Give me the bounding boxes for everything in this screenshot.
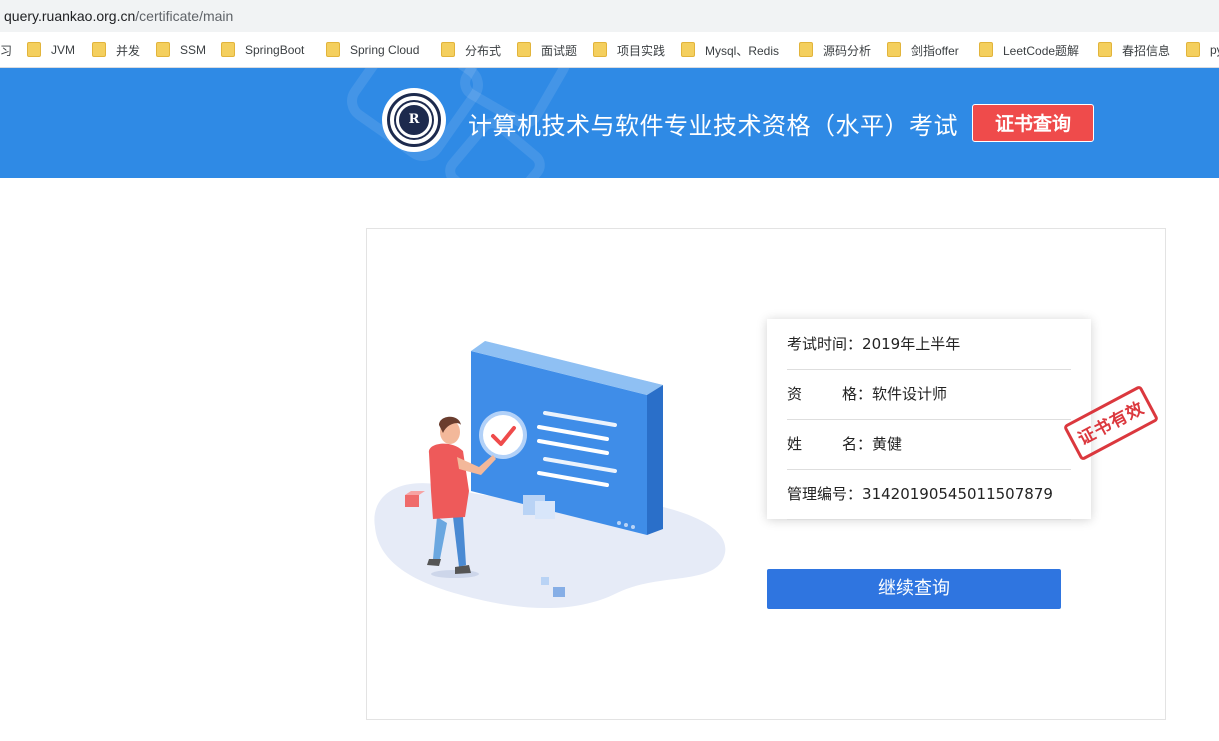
certificate-info-box: 考试时间：2019年上半年 资格：软件设计师 姓名：黄健 管理编号：314201… bbox=[767, 319, 1091, 520]
info-label: 资格 bbox=[787, 385, 857, 403]
exam-logo: R bbox=[382, 88, 446, 152]
bookmark-item[interactable]: 源码分析 bbox=[799, 41, 872, 58]
folder-icon bbox=[221, 41, 235, 57]
info-value: 软件设计师 bbox=[872, 385, 948, 403]
bookmark-item[interactable]: SpringBoot bbox=[221, 41, 305, 58]
folder-icon bbox=[92, 41, 106, 57]
info-label: 管理编号 bbox=[787, 485, 848, 503]
bookmark-label: JVM bbox=[51, 43, 75, 57]
address-bar[interactable]: query.ruankao.org.cn/certificate/main bbox=[0, 0, 1219, 32]
bookmark-item[interactable]: Spring Cloud bbox=[326, 41, 420, 58]
folder-icon bbox=[593, 41, 607, 57]
bookmark-item[interactable]: 项目实践 bbox=[593, 41, 666, 58]
bookmark-label: SpringBoot bbox=[245, 43, 305, 57]
bookmark-label: 剑指offer bbox=[911, 43, 959, 58]
bookmark-label: Spring Cloud bbox=[350, 43, 420, 57]
bookmark-label: Mysql、Redis bbox=[705, 43, 780, 58]
bookmark-item[interactable]: JVM bbox=[27, 41, 75, 58]
info-colon: ： bbox=[847, 335, 863, 353]
url-text[interactable]: query.ruankao.org.cn/certificate/main bbox=[4, 8, 233, 24]
info-colon: ： bbox=[857, 385, 873, 403]
url-host: query.ruankao.org.cn bbox=[4, 8, 136, 24]
certificate-result-card: 考试时间：2019年上半年 资格：软件设计师 姓名：黄健 管理编号：314201… bbox=[366, 228, 1166, 720]
bookmarks-bar: 习 JVM 并发 SSM SpringBoot Spring Cloud 分布式… bbox=[0, 32, 1219, 68]
folder-icon bbox=[1098, 41, 1112, 57]
folder-icon bbox=[1186, 41, 1200, 57]
cube-shape bbox=[553, 587, 565, 597]
continue-query-button[interactable]: 继续查询 bbox=[767, 569, 1061, 609]
bookmark-item[interactable]: 春招信息 bbox=[1098, 41, 1171, 58]
bookmark-label: LeetCode题解 bbox=[1003, 43, 1080, 58]
bookmark-label: 分布式 bbox=[465, 43, 502, 58]
folder-icon bbox=[517, 41, 531, 57]
site-header: R 计算机技术与软件专业技术资格（水平）考试 证书查询 bbox=[0, 68, 1219, 178]
folder-icon bbox=[887, 41, 901, 57]
bookmark-item[interactable]: 并发 bbox=[92, 41, 141, 58]
folder-icon bbox=[799, 41, 813, 57]
bookmark-label: 并发 bbox=[116, 43, 141, 58]
bookmark-item[interactable]: 面试题 bbox=[517, 41, 578, 58]
certificate-illustration bbox=[374, 341, 726, 609]
logo-emblem-icon: R bbox=[396, 102, 432, 138]
check-circle bbox=[483, 415, 523, 455]
bookmark-item[interactable]: LeetCode题解 bbox=[979, 41, 1080, 58]
site-title: 计算机技术与软件专业技术资格（水平）考试 bbox=[468, 112, 958, 140]
cube-shape bbox=[405, 495, 419, 507]
bookmark-label: 源码分析 bbox=[823, 43, 872, 58]
folder-icon bbox=[979, 41, 993, 57]
bookmark-label: 习 bbox=[0, 43, 13, 58]
info-row-exam-time: 考试时间：2019年上半年 bbox=[787, 319, 1071, 370]
info-colon: ： bbox=[857, 435, 873, 453]
info-label: 考试时间 bbox=[787, 335, 848, 353]
bookmark-item[interactable]: Mysql、Redis bbox=[681, 41, 780, 58]
bookmark-label: SSM bbox=[180, 43, 207, 57]
bookmark-label: py bbox=[1210, 43, 1219, 57]
screen-side-edge bbox=[647, 385, 663, 535]
info-row-qualification: 资格：软件设计师 bbox=[787, 369, 1071, 420]
info-value: 31420190545011507879 bbox=[862, 485, 1053, 503]
bookmark-label: 春招信息 bbox=[1122, 43, 1171, 58]
folder-icon bbox=[156, 41, 170, 57]
certificate-query-button[interactable]: 证书查询 bbox=[972, 104, 1094, 142]
bookmark-item[interactable]: 习 bbox=[0, 42, 12, 58]
bookmark-item[interactable]: py bbox=[1186, 41, 1219, 58]
folder-icon bbox=[27, 41, 41, 57]
info-value: 2019年上半年 bbox=[862, 335, 961, 353]
info-row-name: 姓名：黄健 bbox=[787, 419, 1071, 470]
bookmark-label: 项目实践 bbox=[617, 43, 666, 58]
bookmark-item[interactable]: 剑指offer bbox=[887, 41, 959, 58]
info-label: 姓名 bbox=[787, 435, 857, 453]
bookmark-item[interactable]: SSM bbox=[156, 41, 207, 58]
folder-icon bbox=[681, 41, 695, 57]
bookmark-label: 面试题 bbox=[541, 43, 578, 58]
info-row-management-number: 管理编号：31420190545011507879 bbox=[787, 469, 1071, 520]
bookmark-item[interactable]: 分布式 bbox=[441, 41, 502, 58]
info-colon: ： bbox=[847, 485, 863, 503]
person-shirt bbox=[428, 443, 469, 519]
folder-icon bbox=[326, 41, 340, 57]
info-value: 黄健 bbox=[872, 435, 903, 453]
url-path: /certificate/main bbox=[135, 8, 234, 24]
folder-icon bbox=[441, 41, 455, 57]
